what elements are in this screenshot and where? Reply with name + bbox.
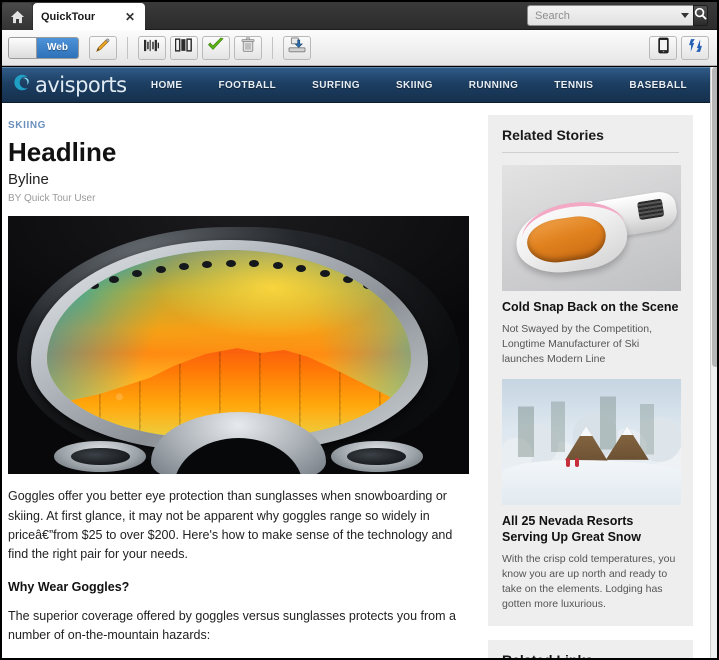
tab-strip: QuickTour ✕ — [0, 0, 719, 30]
story-title[interactable]: Cold Snap Back on the Scene — [502, 300, 679, 316]
layout-button[interactable] — [169, 35, 198, 60]
story-thumbnail-goggles[interactable] — [502, 165, 681, 291]
article-column: SKIING Headline Byline BY Quick Tour Use… — [0, 103, 480, 660]
pencil-icon — [94, 37, 111, 59]
nav-item-baseball[interactable]: BASEBALL — [611, 80, 705, 91]
chevron-down-icon[interactable] — [681, 13, 689, 18]
multi-column-layout-icon — [174, 38, 193, 57]
compare-button[interactable] — [137, 35, 166, 60]
page-title: Headline — [8, 137, 117, 167]
nav-item-tennis[interactable]: TENNIS — [536, 80, 611, 91]
sync-arrows-icon — [687, 37, 704, 59]
site-header: avisports HOME FOOTBALL SURFING SKIING R… — [0, 67, 719, 103]
page-scrollbar[interactable] — [710, 67, 719, 660]
mobile-preview-button[interactable] — [649, 35, 677, 60]
approve-button[interactable] — [201, 35, 230, 60]
page-viewport: avisports HOME FOOTBALL SURFING SKIING R… — [0, 67, 719, 660]
story-title[interactable]: All 25 Nevada Resorts Serving Up Great S… — [502, 514, 679, 545]
toolbar-separator-1 — [126, 36, 128, 59]
home-button[interactable] — [2, 3, 32, 30]
toolbar-separator-2 — [271, 36, 273, 59]
sync-button[interactable] — [681, 35, 709, 60]
nav-item-running[interactable]: RUNNING — [451, 80, 536, 91]
article-subhead: Why Wear Goggles? — [8, 579, 130, 594]
article-author: BY Quick Tour User — [8, 193, 96, 205]
related-links-title: Related Links — [502, 652, 679, 660]
mode-toggle-off[interactable] — [9, 37, 37, 58]
nav-item-home[interactable]: HOME — [133, 80, 201, 91]
search-submit-button[interactable] — [693, 5, 708, 26]
list-item[interactable]: All 25 Nevada Resorts Serving Up Great S… — [502, 379, 681, 612]
article-paragraph-2: The superior coverage offered by goggles… — [8, 608, 456, 643]
article-paragraph-1: Goggles offer you better eye protection … — [8, 489, 453, 562]
nav-item-skiing[interactable]: SKIING — [378, 80, 451, 91]
site-logo-text: avisports — [35, 73, 127, 97]
scrollbar-thumb[interactable] — [712, 67, 719, 367]
page-body: SKIING Headline Byline BY Quick Tour Use… — [0, 103, 719, 660]
article-byline: Byline — [8, 171, 49, 189]
edit-button[interactable] — [88, 35, 117, 60]
close-icon[interactable]: ✕ — [125, 11, 137, 23]
mobile-device-icon — [657, 37, 669, 59]
mode-toggle[interactable]: Web — [8, 36, 79, 59]
swirl-c-icon — [12, 73, 31, 97]
mode-toggle-web[interactable]: Web — [37, 37, 78, 58]
delete-button[interactable] — [233, 35, 262, 60]
story-description: Not Swayed by the Competition, Longtime … — [502, 322, 652, 366]
sidebar-column: Related Stories Cold Snap Back on the Sc… — [480, 103, 705, 660]
story-thumbnail-snow-resort[interactable] — [502, 379, 681, 506]
search-area — [527, 5, 708, 26]
search-input[interactable] — [535, 9, 677, 22]
related-stories-panel: Related Stories Cold Snap Back on the Sc… — [488, 115, 693, 627]
editor-toolbar: Web — [0, 30, 719, 66]
nav-item-surfing[interactable]: SURFING — [294, 80, 378, 91]
story-description: With the crisp cold temperatures, you kn… — [502, 552, 676, 611]
site-nav: HOME FOOTBALL SURFING SKIING RUNNING TEN… — [133, 80, 719, 91]
site-logo[interactable]: avisports — [0, 73, 127, 97]
tab-title: QuickTour — [41, 10, 96, 23]
list-item[interactable]: Cold Snap Back on the Scene Not Swayed b… — [502, 165, 681, 367]
browser-tab-quicktour[interactable]: QuickTour ✕ — [33, 3, 145, 30]
search-icon — [694, 7, 707, 25]
article-kicker-skiing[interactable]: SKIING — [8, 120, 46, 131]
search-box[interactable] — [527, 5, 693, 26]
compare-columns-icon — [143, 38, 160, 58]
related-links-panel: Related Links Canadian Is First Woman to… — [488, 640, 693, 660]
nav-item-football[interactable]: FOOTBALL — [200, 80, 294, 91]
publish-button[interactable] — [282, 35, 311, 60]
home-icon — [10, 10, 25, 24]
related-stories-title: Related Stories — [502, 127, 679, 153]
browser-window: QuickTour ✕ Web — [0, 0, 719, 660]
trash-icon — [241, 37, 255, 58]
hero-image-ski-goggles — [8, 216, 469, 475]
import-publish-icon — [288, 37, 306, 58]
green-check-icon — [207, 37, 225, 58]
